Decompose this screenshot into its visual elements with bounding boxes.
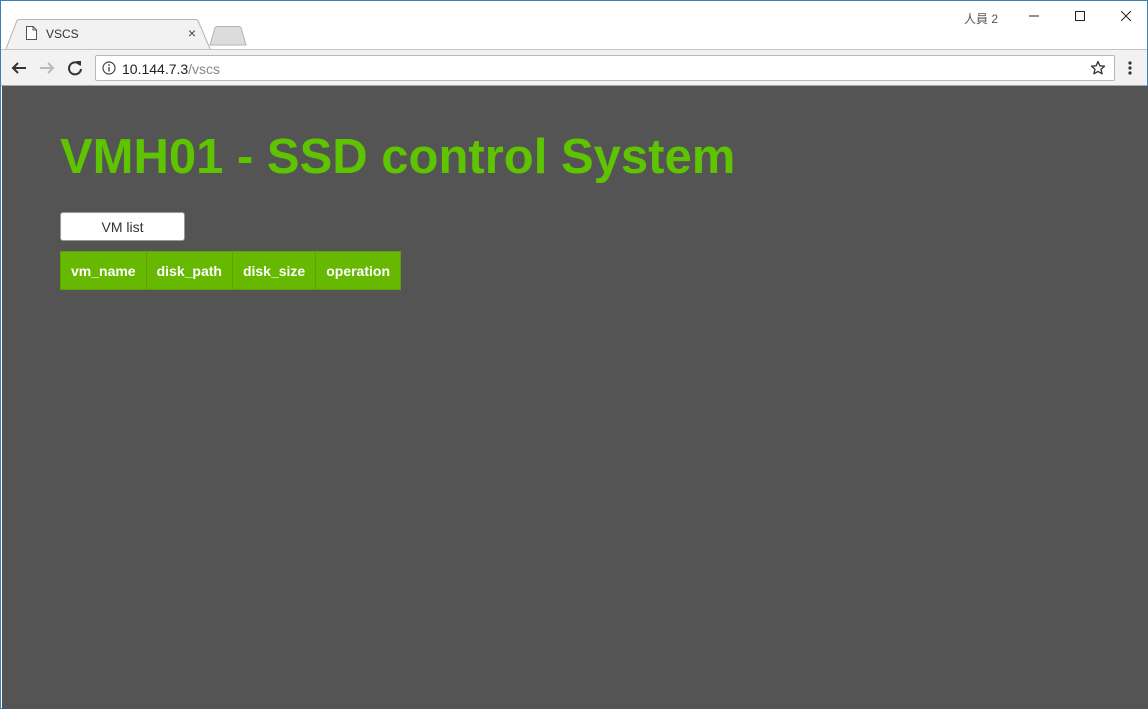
back-arrow-icon xyxy=(11,62,26,74)
page-title: VMH01 - SSD control System xyxy=(60,130,736,184)
url-text[interactable]: 10.144.7.3/vscs xyxy=(122,61,220,77)
browser-menu-button[interactable] xyxy=(1121,58,1139,78)
page-icon xyxy=(26,26,37,40)
column-header-disk-size: disk_size xyxy=(231,251,317,290)
address-bar[interactable]: 10.144.7.3/vscs xyxy=(95,55,1115,81)
url-host: 10.144.7.3 xyxy=(122,61,189,77)
column-header-disk-path: disk_path xyxy=(145,251,233,290)
forward-button[interactable] xyxy=(36,57,58,79)
profile-name[interactable]: 人員 2 xyxy=(964,10,998,27)
minimize-button[interactable] xyxy=(1011,1,1057,31)
info-icon[interactable] xyxy=(102,61,116,75)
minimize-icon xyxy=(1029,15,1039,17)
column-header-operation: operation xyxy=(315,251,401,290)
reload-button[interactable] xyxy=(64,57,86,79)
new-tab-button[interactable] xyxy=(209,26,247,46)
more-vert-icon xyxy=(1128,61,1132,75)
tab-close-icon[interactable]: × xyxy=(185,25,199,41)
maximize-icon xyxy=(1075,11,1085,21)
table-header-row: vm_name disk_path disk_size operation xyxy=(60,251,401,290)
page-viewport: VMH01 - SSD control System VM list vm_na… xyxy=(2,86,1148,709)
maximize-button[interactable] xyxy=(1057,1,1103,31)
vm-list-button[interactable]: VM list xyxy=(60,212,185,241)
bookmark-star-icon[interactable] xyxy=(1090,60,1106,76)
back-button[interactable] xyxy=(8,57,30,79)
reload-icon xyxy=(68,61,82,76)
title-bar: VSCS × 人員 2 xyxy=(1,1,1148,50)
forward-arrow-icon xyxy=(40,62,55,74)
column-header-vm-name: vm_name xyxy=(60,251,147,290)
tab-title: VSCS xyxy=(46,27,79,41)
url-path: /vscs xyxy=(188,61,221,77)
close-window-button[interactable] xyxy=(1103,1,1148,31)
close-icon xyxy=(1121,11,1131,21)
browser-window: VSCS × 人員 2 10.144.7.3/vscs VMH01 - SSD … xyxy=(0,0,1148,709)
browser-toolbar: 10.144.7.3/vscs xyxy=(1,49,1147,86)
vm-table: vm_name disk_path disk_size operation xyxy=(60,251,401,290)
